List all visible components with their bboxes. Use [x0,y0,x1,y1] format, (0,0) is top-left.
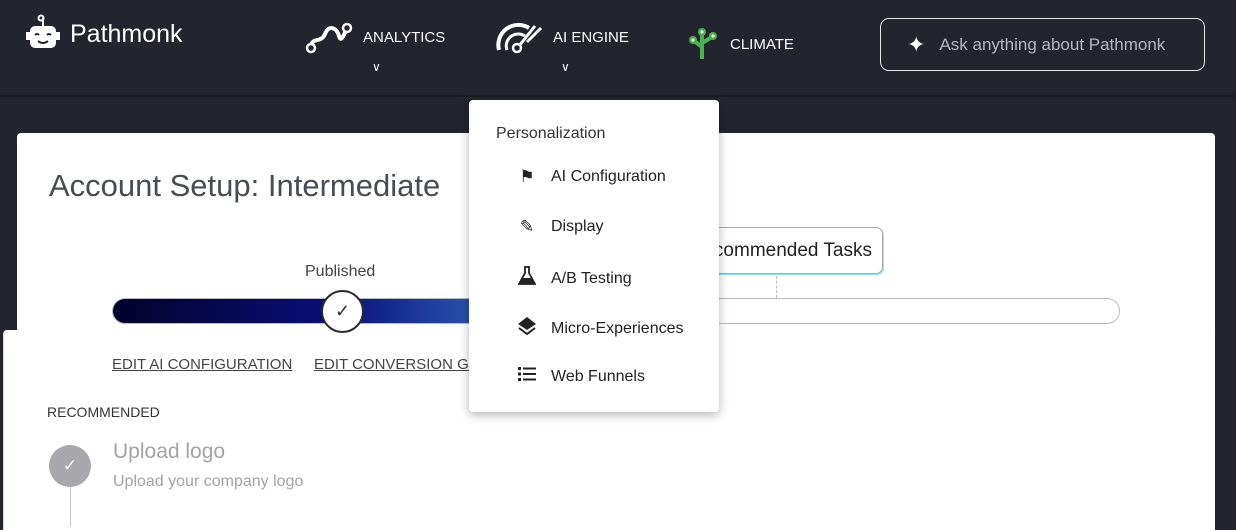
nav-climate-label: CLIMATE [730,35,794,53]
divider [776,276,777,298]
menu-heading: Personalization [496,125,606,142]
menu-item-label: Web Funnels [551,367,645,385]
timeline-line [70,487,71,527]
menu-item-micro-experiences[interactable]: Micro-Experiences [515,316,683,341]
menu-item-label: Display [551,218,604,235]
menu-item-label: Micro-Experiences [551,319,684,337]
nav-ai-engine-label: AI ENGINE [553,28,629,46]
task-complete-indicator[interactable]: ✓ [49,445,91,487]
list-icon [515,366,539,387]
menu-item-web-funnels[interactable]: Web Funnels [515,366,645,387]
brand-logo[interactable]: Pathmonk [24,14,183,54]
task-title[interactable]: Upload logo [113,440,225,464]
pencil-icon: ✎ [519,217,535,236]
progress-step-label: Published [305,263,376,280]
robot-logo-icon [26,14,60,48]
magic-wand-icon: ✦ [907,31,926,57]
ask-placeholder: Ask anything about Pathmonk [939,34,1166,54]
progress-fill [113,299,513,323]
section-heading: RECOMMENDED [47,404,160,420]
edit-ai-configuration-link[interactable]: EDIT AI CONFIGURATION [112,356,292,373]
top-header: Pathmonk ANALYTICS ∨ AI ENGINE ∨ CLIMATE… [0,0,1236,97]
published-checkpoint[interactable]: ✓ [321,290,364,333]
menu-item-label: A/B Testing [551,269,632,287]
ai-engine-icon [496,22,543,54]
chevron-down-icon[interactable]: ∨ [561,60,570,74]
layers-icon [515,316,539,341]
nav-climate[interactable]: CLIMATE [686,27,794,61]
menu-item-display[interactable]: ✎ Display [515,217,604,237]
flask-icon [515,266,539,291]
page-title: Account Setup: Intermediate [49,168,441,203]
menu-item-ab-testing[interactable]: A/B Testing [515,266,632,291]
check-icon: ✓ [62,456,78,475]
menu-item-label: AI Configuration [551,168,666,185]
ai-engine-dropdown-menu: Personalization ⚑ AI Configuration ✎ Displ… [469,100,719,412]
analytics-path-icon [305,22,353,54]
menu-item-ai-configuration[interactable]: ⚑ AI Configuration [515,167,666,187]
ask-ai-input[interactable]: ✦ Ask anything about Pathmonk [880,18,1205,71]
chevron-down-icon[interactable]: ∨ [372,60,381,74]
brand-name: Pathmonk [70,19,183,48]
nav-analytics-label: ANALYTICS [363,28,446,46]
flag-icon: ⚑ [519,167,535,186]
climate-tree-icon [689,28,717,59]
nav-ai-engine[interactable]: AI ENGINE [495,20,629,54]
edit-conversion-goals-link[interactable]: EDIT CONVERSION GO [314,356,480,373]
task-subtitle: Upload your company logo [113,473,304,490]
check-icon: ✓ [334,301,351,321]
nav-analytics[interactable]: ANALYTICS [305,20,445,54]
